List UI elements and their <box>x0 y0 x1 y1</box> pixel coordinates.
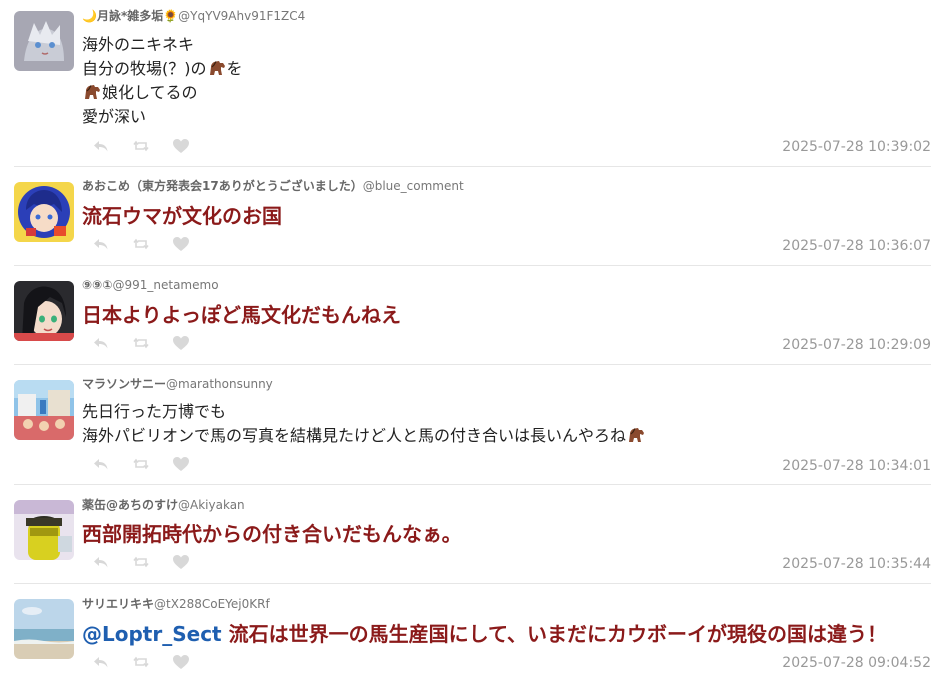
horse-emoji-icon <box>207 59 227 77</box>
display-name[interactable]: 🌙月詠*雑多垢🌻 <box>82 9 178 23</box>
heart-icon[interactable] <box>172 137 190 155</box>
timestamp[interactable]: 2025-07-28 10:39:02 <box>782 139 931 155</box>
post-meta: サリエリキキ@tX288CoEYej0KRf <box>82 596 270 612</box>
reply-icon[interactable] <box>92 334 110 352</box>
retweet-icon[interactable] <box>132 553 150 571</box>
post-actions <box>92 334 190 352</box>
user-handle[interactable]: @blue_comment <box>363 179 464 193</box>
body-line: 海外パビリオンで馬の写真を結構見たけど人と馬の付き合いは長いんやろね <box>82 424 646 448</box>
post-meta: 🌙月詠*雑多垢🌻@YqYV9Ahv91F1ZC4 <box>82 8 305 24</box>
heart-icon[interactable] <box>172 653 190 671</box>
timestamp[interactable]: 2025-07-28 10:36:07 <box>782 238 931 254</box>
avatar[interactable] <box>14 500 74 560</box>
reply-icon[interactable] <box>92 137 110 155</box>
divider <box>14 484 931 485</box>
heart-icon[interactable] <box>172 455 190 473</box>
post-actions <box>92 553 190 571</box>
display-name[interactable]: 薬缶@あちのすけ <box>82 498 178 512</box>
retweet-icon[interactable] <box>132 235 150 253</box>
post-body: 流石ウマが文化のお国 <box>82 204 282 228</box>
body-line: 海外のニキネキ <box>82 35 195 54</box>
body-line: 先日行った万博でも <box>82 402 227 421</box>
timestamp[interactable]: 2025-07-28 10:29:09 <box>782 337 931 353</box>
divider <box>14 265 931 266</box>
timestamp[interactable]: 2025-07-28 10:35:44 <box>782 556 931 572</box>
post-actions <box>92 235 190 253</box>
reply-icon[interactable] <box>92 553 110 571</box>
post-body: 先日行った万博でも 海外パビリオンで馬の写真を結構見たけど人と馬の付き合いは長い… <box>82 400 646 448</box>
post-card: マラソンサニー@marathonsunny 先日行った万博でも 海外パビリオンで… <box>14 376 931 478</box>
retweet-icon[interactable] <box>132 334 150 352</box>
timestamp[interactable]: 2025-07-28 09:04:52 <box>782 655 931 671</box>
user-handle[interactable]: @marathonsunny <box>166 377 273 391</box>
post-meta: マラソンサニー@marathonsunny <box>82 376 273 392</box>
divider <box>14 583 931 584</box>
post-card: 🌙月詠*雑多垢🌻@YqYV9Ahv91F1ZC4 海外のニキネキ 自分の牧場(？… <box>14 8 931 158</box>
post-card: ⑨⑨①@991_netamemo 日本よりよっぽど馬文化だもんねえ 2025-0… <box>14 277 931 357</box>
avatar[interactable] <box>14 599 74 659</box>
post-card: 薬缶@あちのすけ@Akiyakan 西部開拓時代からの付き合いだもんなぁ。 20… <box>14 497 931 577</box>
user-handle[interactable]: @Akiyakan <box>178 498 245 512</box>
avatar[interactable] <box>14 380 74 440</box>
mention-link[interactable]: @Loptr_Sect <box>82 622 222 646</box>
post-body: 日本よりよっぽど馬文化だもんねえ <box>82 303 401 327</box>
avatar[interactable] <box>14 281 74 341</box>
post-meta: ⑨⑨①@991_netamemo <box>82 277 219 293</box>
body-line: 娘化してるの <box>82 81 243 105</box>
user-handle[interactable]: @tX288CoEYej0KRf <box>154 597 270 611</box>
post-card: あおこめ（東方発表会17ありがとうございました）@blue_comment 流石… <box>14 178 931 258</box>
horse-emoji-icon <box>82 83 102 101</box>
heart-icon[interactable] <box>172 334 190 352</box>
avatar[interactable] <box>14 182 74 242</box>
user-handle[interactable]: @YqYV9Ahv91F1ZC4 <box>178 9 305 23</box>
retweet-icon[interactable] <box>132 455 150 473</box>
post-meta: 薬缶@あちのすけ@Akiyakan <box>82 497 245 513</box>
post-actions <box>92 137 190 155</box>
divider <box>14 364 931 365</box>
post-body-text: 流石は世界一の馬生産国にして、いまだにカウボーイが現役の国は違う！ <box>221 622 887 646</box>
post-body: 西部開拓時代からの付き合いだもんなぁ。 <box>82 522 462 546</box>
body-line: 自分の牧場(？)のを <box>82 59 243 78</box>
reply-icon[interactable] <box>92 455 110 473</box>
display-name[interactable]: サリエリキキ <box>82 597 154 611</box>
reply-icon[interactable] <box>92 653 110 671</box>
heart-icon[interactable] <box>172 553 190 571</box>
display-name[interactable]: ⑨⑨① <box>82 278 112 292</box>
reply-icon[interactable] <box>92 235 110 253</box>
post-body: 海外のニキネキ 自分の牧場(？)のを 娘化してるの 愛が深い <box>82 33 243 129</box>
timestamp[interactable]: 2025-07-28 10:34:01 <box>782 458 931 474</box>
post-actions <box>92 455 190 473</box>
retweet-icon[interactable] <box>132 137 150 155</box>
post-actions <box>92 653 190 671</box>
retweet-icon[interactable] <box>132 653 150 671</box>
user-handle[interactable]: @991_netamemo <box>112 278 218 292</box>
divider <box>14 166 931 167</box>
heart-icon[interactable] <box>172 235 190 253</box>
avatar[interactable] <box>14 11 74 71</box>
post-meta: あおこめ（東方発表会17ありがとうございました）@blue_comment <box>82 178 464 194</box>
horse-emoji-icon <box>626 426 646 444</box>
post-card: サリエリキキ@tX288CoEYej0KRf @Loptr_Sect 流石は世界… <box>14 596 931 676</box>
body-line: 愛が深い <box>82 107 147 126</box>
post-body: @Loptr_Sect 流石は世界一の馬生産国にして、いまだにカウボーイが現役の… <box>82 620 887 648</box>
display-name[interactable]: マラソンサニー <box>82 377 166 391</box>
display-name[interactable]: あおこめ（東方発表会17ありがとうございました） <box>82 179 363 193</box>
